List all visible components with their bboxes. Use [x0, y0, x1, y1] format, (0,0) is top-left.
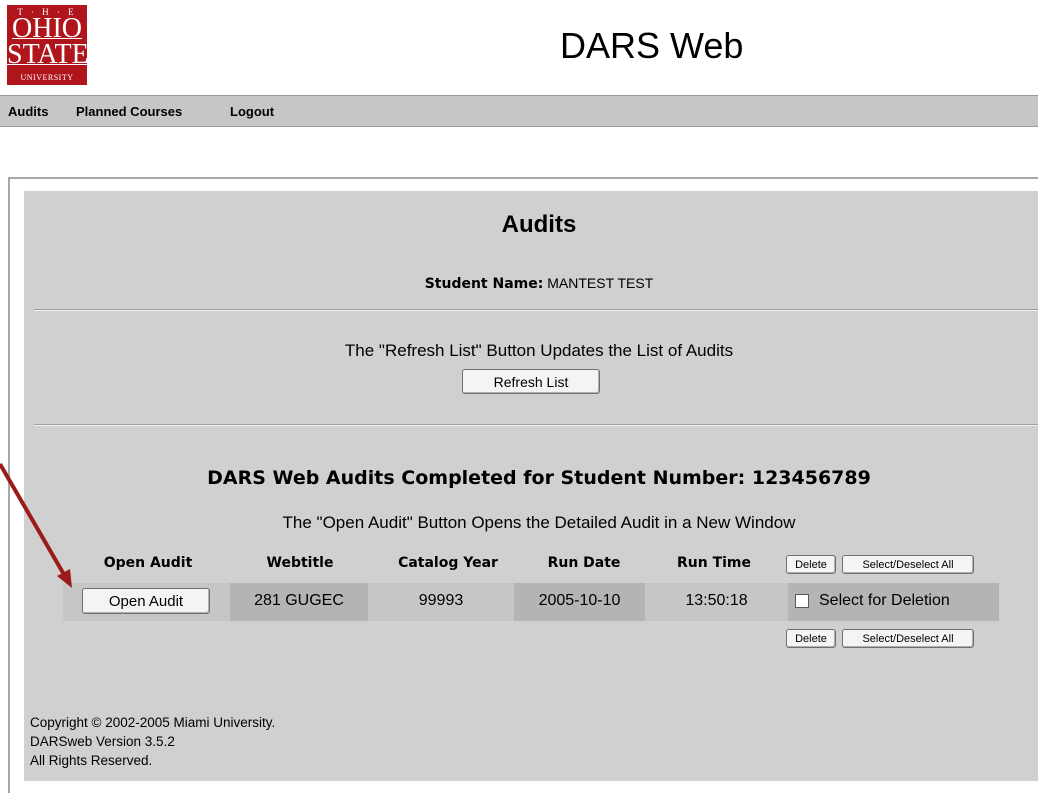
- audits-panel: Audits Student Name: MANTEST TEST The "R…: [8, 177, 1038, 793]
- table-row: Open Audit 281 GUGEC 99993 2005-10-10 13…: [63, 583, 999, 621]
- open-audit-cell: Open Audit: [63, 583, 230, 621]
- logo-university: UNIVERSITY: [20, 73, 74, 82]
- open-audit-button[interactable]: Open Audit: [82, 588, 210, 614]
- delete-button-top[interactable]: Delete: [786, 555, 836, 574]
- footer-version: DARSweb Version 3.5.2: [30, 734, 175, 749]
- col-header-webtitle: Webtitle: [266, 555, 334, 571]
- catalog-year-cell: 99993: [418, 592, 464, 609]
- student-name-line: Student Name: MANTEST TEST: [24, 275, 1038, 292]
- select-for-deletion-checkbox[interactable]: [795, 594, 809, 608]
- page-heading: Audits: [501, 211, 577, 238]
- webtitle-cell: 281 GUGEC: [254, 592, 344, 609]
- select-for-deletion-label[interactable]: Select for Deletion: [819, 592, 950, 610]
- logo-state: STATE: [7, 39, 89, 70]
- student-name-value: MANTEST TEST: [547, 275, 654, 291]
- audits-panel-body: Audits Student Name: MANTEST TEST The "R…: [24, 191, 1038, 781]
- footer-rights: All Rights Reserved.: [30, 753, 153, 768]
- col-header-open-audit: Open Audit: [103, 555, 193, 571]
- delete-button-bottom[interactable]: Delete: [786, 629, 836, 648]
- open-audit-instructions: The "Open Audit" Button Opens the Detail…: [282, 513, 796, 532]
- top-navbar: Audits Planned Courses Logout: [0, 95, 1038, 127]
- footer-copyright: Copyright © 2002-2005 Miami University.: [30, 715, 276, 730]
- col-header-run-date: Run Date: [547, 555, 621, 571]
- nav-logout-link[interactable]: Logout: [230, 104, 274, 119]
- app-title: DARS Web: [560, 25, 744, 66]
- select-deselect-all-button-bottom[interactable]: Select/Deselect All: [842, 629, 974, 648]
- select-deselect-all-button-top[interactable]: Select/Deselect All: [842, 555, 974, 574]
- divider: [34, 309, 1038, 311]
- run-time-cell: 13:50:18: [685, 592, 748, 609]
- col-header-run-time: Run Time: [676, 555, 752, 571]
- col-header-catalog-year: Catalog Year: [398, 555, 498, 571]
- audits-completed-heading: DARS Web Audits Completed for Student Nu…: [207, 467, 871, 489]
- nav-planned-courses-link[interactable]: Planned Courses: [76, 104, 182, 119]
- nav-audits-link[interactable]: Audits: [8, 104, 48, 119]
- divider: [34, 424, 1038, 426]
- ohio-state-logo: T · H · E OHIO STATE UNIVERSITY: [7, 5, 89, 85]
- student-name-label: Student Name:: [424, 276, 544, 292]
- refresh-list-button[interactable]: Refresh List: [462, 369, 600, 394]
- run-date-cell: 2005-10-10: [538, 592, 621, 609]
- refresh-instructions: The "Refresh List" Button Updates the Li…: [344, 341, 734, 360]
